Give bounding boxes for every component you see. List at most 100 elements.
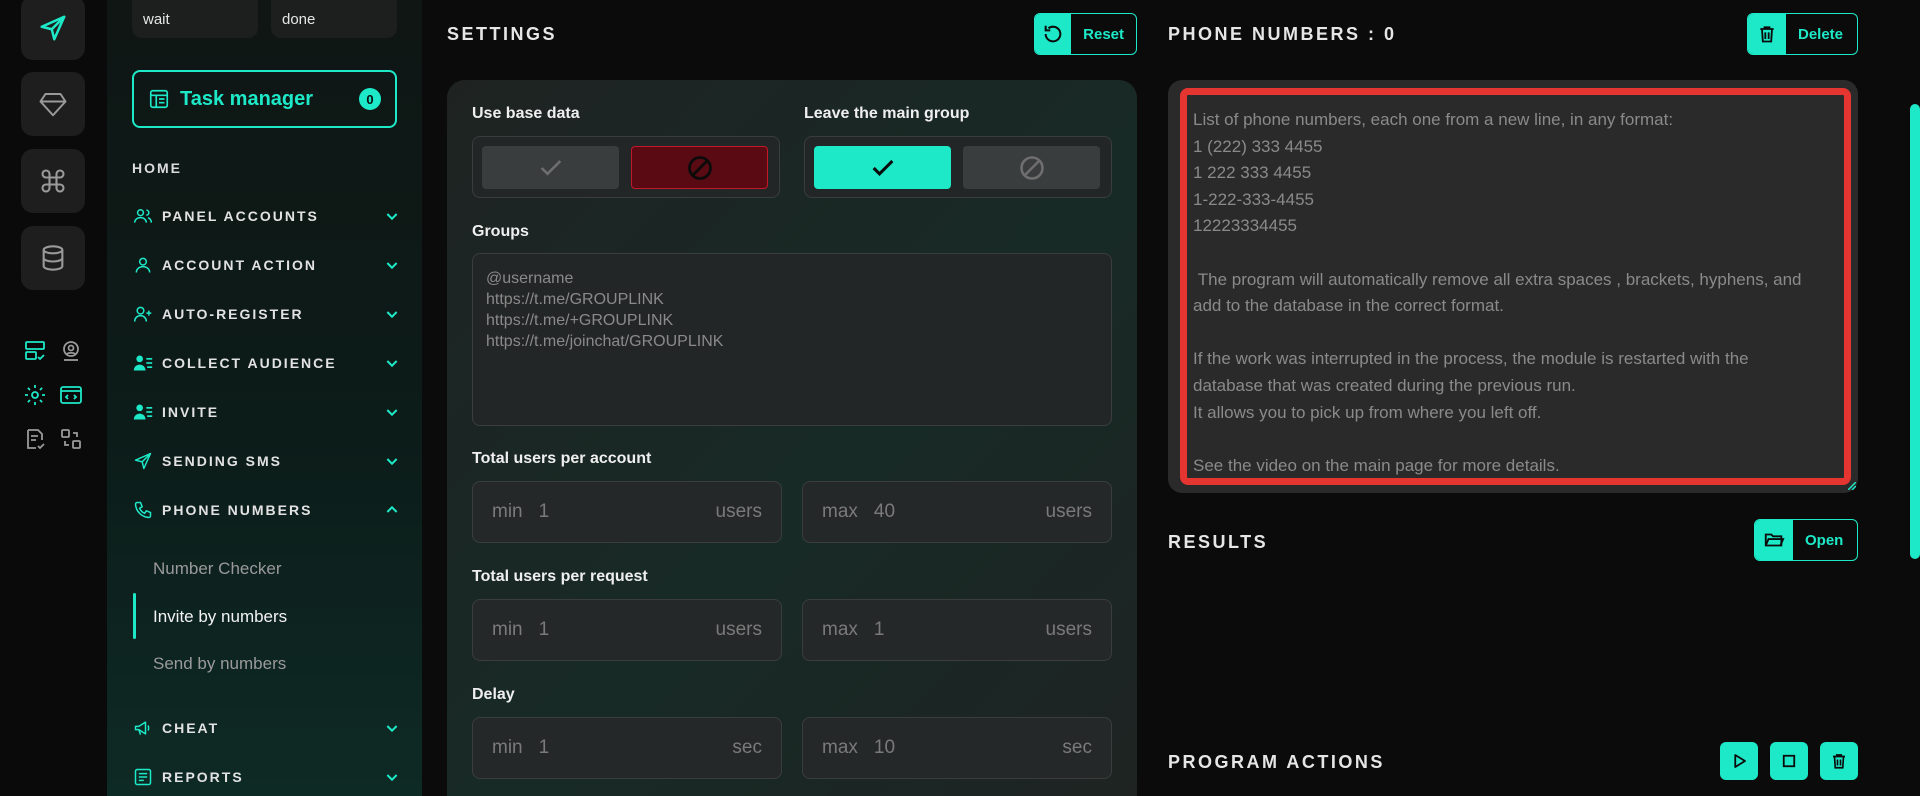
users-per-account-min-input[interactable]: min 1 users [472, 481, 782, 543]
use-base-data-off-option[interactable] [631, 146, 768, 189]
rail-send-button[interactable] [21, 0, 85, 60]
chevron-down-icon [386, 774, 398, 782]
users-per-account-max-input[interactable]: max 40 users [802, 481, 1112, 543]
nav-auto-register[interactable]: AUTO-REGISTER [132, 302, 400, 326]
delay-max-input[interactable]: max 10 sec [802, 717, 1112, 779]
nav-label: COLLECT AUDIENCE [162, 355, 337, 371]
send-icon [40, 15, 66, 41]
nav-sending-sms[interactable]: SENDING SMS [132, 449, 400, 473]
active-indicator [133, 593, 136, 639]
megaphone-icon [132, 717, 154, 739]
delay-label: Delay [472, 686, 515, 703]
delete-button[interactable]: Delete [1747, 13, 1858, 55]
check-icon [540, 159, 561, 176]
field-value: 1 [873, 619, 885, 640]
field-value: 40 [873, 501, 896, 522]
delay-min-input[interactable]: min 1 sec [472, 717, 782, 779]
field-unit: users [715, 501, 762, 522]
folder-icon [1755, 520, 1793, 560]
trash-icon [1748, 14, 1786, 54]
rail-database-button[interactable] [21, 226, 85, 290]
task-count-badge: 0 [359, 88, 381, 110]
field-value: 1 [538, 619, 550, 640]
field-prefix: max [822, 501, 858, 522]
leave-main-group-off-option[interactable] [963, 146, 1100, 189]
user-list-icon [132, 401, 154, 423]
users-per-request-min-input[interactable]: min 1 users [472, 599, 782, 661]
stop-icon [1782, 754, 1796, 768]
check-icon [872, 159, 893, 176]
nav-label: SENDING SMS [162, 453, 283, 469]
field-unit: users [715, 619, 762, 640]
reset-icon [1035, 14, 1072, 54]
trash-icon [1833, 754, 1845, 769]
nav-home[interactable]: HOME [132, 160, 182, 176]
program-actions-title: PROGRAM ACTIONS [1168, 752, 1385, 772]
command-icon [41, 169, 65, 193]
field-unit: sec [732, 737, 762, 758]
status-chip-done[interactable]: done [271, 0, 397, 38]
rail-document-check-button[interactable] [21, 425, 49, 453]
subnav-send-by-numbers[interactable]: Send by numbers [153, 654, 286, 674]
rail-diamond-button[interactable] [21, 72, 85, 136]
field-value: 1 [538, 501, 550, 522]
users-icon [132, 205, 154, 227]
nav-phone-numbers[interactable]: PHONE NUMBERS [132, 498, 400, 522]
highlight-frame [1180, 88, 1851, 485]
rail-command-button[interactable] [21, 149, 85, 213]
chevron-up-icon [386, 505, 398, 513]
nav-label: ACCOUNT ACTION [162, 257, 318, 273]
chevron-down-icon [386, 311, 398, 319]
page-scrollbar[interactable] [1910, 104, 1920, 559]
app-window: wait done Task manager 0 HOME PANEL ACCO… [0, 0, 1920, 796]
reset-button[interactable]: Reset [1034, 13, 1137, 55]
sidebar: wait done Task manager 0 HOME PANEL ACCO… [107, 0, 422, 796]
rail-user-location-button[interactable] [57, 337, 85, 365]
resize-handle-icon[interactable] [1848, 482, 1856, 490]
nav-label: PHONE NUMBERS [162, 502, 313, 518]
leave-main-group-on-option[interactable] [814, 146, 951, 189]
phone-numbers-title: PHONE NUMBERS : 0 [1168, 24, 1397, 44]
rail-settings-button[interactable] [21, 381, 49, 409]
subnav-number-checker[interactable]: Number Checker [153, 559, 282, 579]
chevron-down-icon [386, 458, 398, 466]
field-unit: users [1045, 501, 1092, 522]
task-manager-button[interactable]: Task manager 0 [132, 70, 397, 128]
nav-panel-accounts[interactable]: PANEL ACCOUNTS [132, 204, 400, 228]
use-base-data-on-option[interactable] [482, 146, 619, 189]
chevron-down-icon [386, 213, 398, 221]
open-label: Open [1805, 531, 1844, 549]
nav-invite[interactable]: INVITE [132, 400, 400, 424]
nav-account-action[interactable]: ACCOUNT ACTION [132, 253, 400, 277]
rail-server-check-button[interactable] [21, 337, 49, 365]
groups-textarea[interactable]: @username https://t.me/GROUPLINK https:/… [472, 253, 1112, 426]
nav-label: CHEAT [162, 720, 220, 736]
open-button[interactable]: Open [1754, 519, 1858, 561]
forbidden-icon [687, 155, 712, 180]
stop-button[interactable] [1770, 742, 1808, 780]
rail-swap-button[interactable] [57, 425, 85, 453]
use-base-data-toggle [472, 136, 780, 198]
rail-code-window-button[interactable] [57, 381, 85, 409]
nav-reports[interactable]: REPORTS [132, 765, 400, 789]
nav-collect-audience[interactable]: COLLECT AUDIENCE [132, 351, 400, 375]
field-unit: users [1045, 619, 1092, 640]
field-prefix: max [822, 737, 858, 758]
results-title: RESULTS [1168, 532, 1269, 552]
users-per-request-max-input[interactable]: max 1 users [802, 599, 1112, 661]
settings-title: SETTINGS [447, 24, 558, 44]
status-chip-wait[interactable]: wait [132, 0, 258, 38]
clear-button[interactable] [1820, 742, 1858, 780]
field-unit: sec [1062, 737, 1092, 758]
subnav-invite-by-numbers[interactable]: Invite by numbers [153, 607, 287, 627]
swap-icon [61, 429, 81, 449]
nav-cheat[interactable]: CHEAT [132, 716, 400, 740]
play-button[interactable] [1720, 742, 1758, 780]
chevron-down-icon [386, 262, 398, 270]
forbidden-icon [1019, 155, 1044, 180]
delete-label: Delete [1798, 25, 1844, 43]
document-check-icon [27, 429, 45, 450]
field-value: 1 [538, 737, 550, 758]
gear-icon [25, 385, 45, 405]
use-base-data-label: Use base data [472, 105, 580, 122]
